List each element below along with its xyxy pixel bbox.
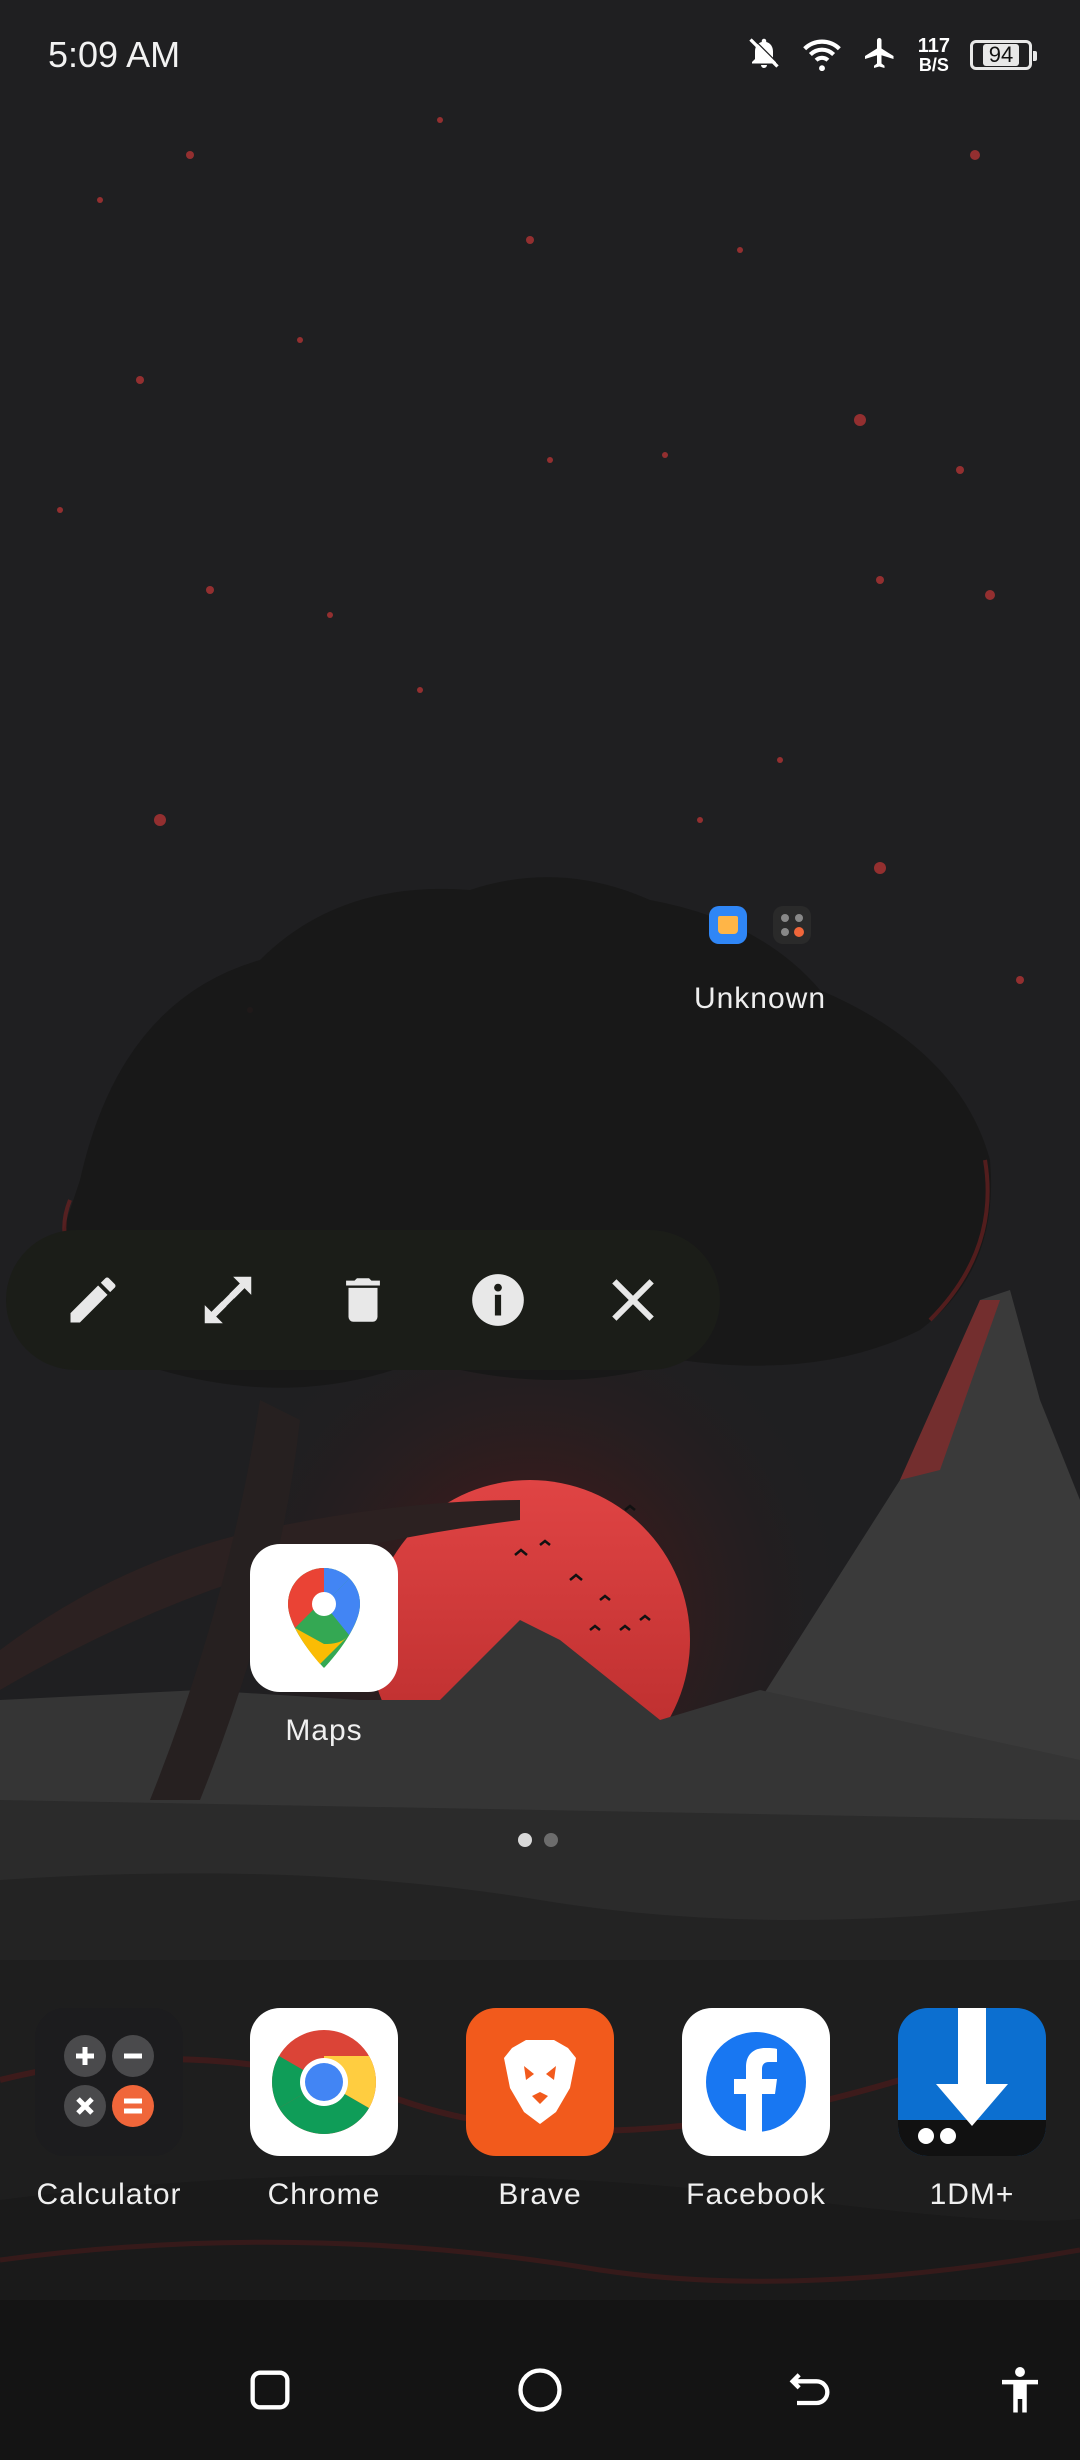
status-icons: 117 B/S 94 (746, 30, 1037, 80)
home-icon (518, 2368, 562, 2412)
info-icon (471, 1274, 524, 1326)
folder-previews (680, 890, 840, 960)
calculator-icon (35, 2008, 183, 2156)
recents-button[interactable] (230, 2350, 310, 2430)
facebook-icon (682, 2008, 830, 2156)
delete-icon (346, 1278, 380, 1322)
app-label-calculator: Calculator (36, 2178, 182, 2211)
calculator-mini-icon (773, 906, 811, 944)
dock-brave[interactable]: Brave (450, 2008, 630, 2212)
edit-icon (70, 1277, 116, 1323)
app-maps[interactable]: Maps (234, 1544, 414, 1748)
battery-icon: 94 (970, 40, 1037, 70)
edit-button[interactable] (48, 1255, 138, 1345)
folder-label: Unknown (693, 982, 827, 1015)
accessibility-button[interactable] (980, 2350, 1060, 2430)
home-app-icon (709, 906, 747, 944)
net-speed-unit: B/S (918, 55, 949, 75)
resize-button[interactable] (183, 1255, 273, 1345)
page-dot-1[interactable] (518, 1833, 532, 1847)
dock-1dm[interactable]: 1DM+ (882, 2008, 1062, 2212)
folder-unknown[interactable]: Unknown (680, 890, 840, 1016)
widget-action-bar (6, 1230, 720, 1370)
page-dot-2[interactable] (544, 1833, 558, 1847)
info-button[interactable] (453, 1255, 543, 1345)
back-icon (789, 2373, 830, 2406)
app-label-brave: Brave (498, 2178, 582, 2211)
status-time: 5:09 AM (48, 34, 181, 75)
back-button[interactable] (770, 2350, 850, 2430)
chrome-icon (250, 2008, 398, 2156)
close-button[interactable] (588, 1255, 678, 1345)
net-speed-value: 117 (917, 35, 950, 57)
wifi-icon (802, 35, 842, 76)
dock-chrome[interactable]: Chrome (234, 2008, 414, 2212)
app-label-1dm: 1DM+ (929, 2178, 1015, 2211)
app-label-maps: Maps (285, 1714, 363, 1747)
maps-icon (250, 1544, 398, 1692)
network-speed: 117 B/S (918, 36, 950, 74)
resize-icon (204, 1276, 252, 1324)
1dm-icon (898, 2008, 1046, 2156)
battery-level: 94 (982, 44, 1020, 66)
accessibility-icon (1002, 2367, 1038, 2413)
app-label-chrome: Chrome (267, 2178, 381, 2211)
app-label-facebook: Facebook (686, 2178, 826, 2211)
dock-facebook[interactable]: Facebook (666, 2008, 846, 2212)
dock-calculator[interactable]: Calculator (19, 2008, 199, 2212)
close-icon (611, 1279, 654, 1321)
home-button[interactable] (500, 2350, 580, 2430)
recents-icon (250, 2370, 290, 2410)
airplane-icon (862, 35, 898, 76)
navigation-bar (0, 2330, 1080, 2450)
page-indicator (518, 1833, 558, 1847)
bell-off-icon (746, 35, 782, 76)
brave-icon (466, 2008, 614, 2156)
status-bar: 5:09 AM 117 B/S 94 (0, 0, 1080, 110)
delete-button[interactable] (318, 1255, 408, 1345)
